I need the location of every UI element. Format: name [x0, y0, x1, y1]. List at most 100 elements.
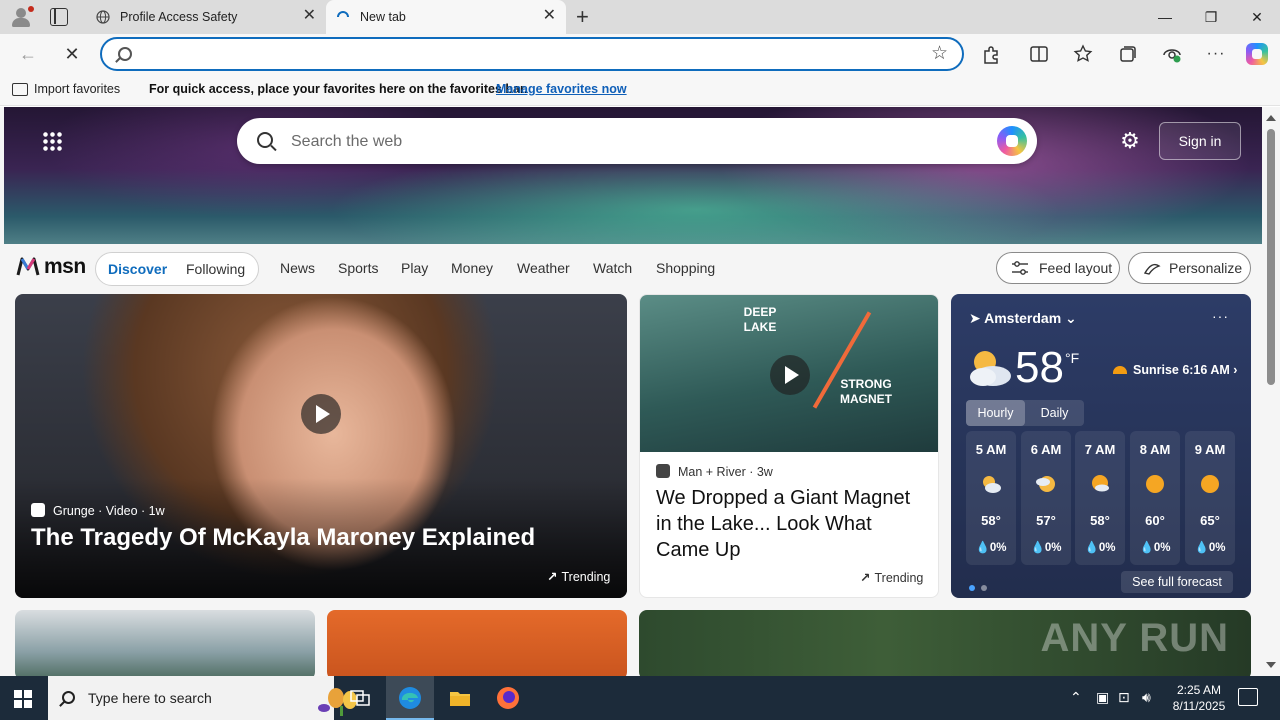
wifi-network-icon[interactable]: ⊡ [1118, 689, 1130, 706]
temperature-unit[interactable]: °F [1065, 350, 1079, 366]
task-view-button[interactable] [336, 676, 384, 720]
tab-new-tab[interactable]: New tab ✕ [326, 0, 566, 34]
close-window-button[interactable]: ✕ [1234, 0, 1280, 34]
add-favorite-star-icon[interactable]: ☆ [931, 43, 948, 65]
address-bar[interactable]: ☆ [100, 37, 964, 71]
new-tab-button[interactable]: + [576, 6, 589, 28]
tab-profile-access-safety[interactable]: Profile Access Safety ✕ [86, 0, 326, 34]
more-options-icon[interactable]: ··· [1205, 43, 1227, 65]
nav-weather[interactable]: Weather [517, 260, 570, 276]
story-title[interactable]: The Tragedy Of McKayla Maroney Explained [31, 524, 535, 552]
windows-start-icon[interactable] [14, 690, 32, 708]
browser-essentials-icon[interactable] [1161, 43, 1183, 65]
feed-layout-label: Feed layout [1039, 260, 1113, 276]
web-search-box[interactable] [237, 118, 1037, 164]
sunrise-info[interactable]: Sunrise 6:16 AM › [1113, 363, 1237, 377]
taskbar-search-box[interactable]: Type here to search [48, 676, 357, 720]
partly-cloudy-icon [1036, 476, 1055, 492]
precip-value: 0% [989, 542, 1007, 554]
weather-card[interactable]: ➤ Amsterdam ⌄ ··· 58 °F Sunrise 6:16 AM … [951, 294, 1251, 598]
tab-actions-icon[interactable] [50, 8, 68, 26]
copilot-icon[interactable] [1246, 43, 1268, 65]
taskbar-firefox-app[interactable] [484, 676, 532, 720]
tab-close-icon[interactable]: ✕ [543, 8, 556, 24]
more-options-icon[interactable]: ··· [1212, 308, 1229, 324]
nav-watch[interactable]: Watch [593, 260, 632, 276]
hourly-forecast-item[interactable]: 6 AM 57° 💧0% [1021, 431, 1071, 565]
story-card[interactable] [15, 610, 315, 676]
manage-favorites-link[interactable]: Manage favorites now [496, 82, 627, 96]
tab-following[interactable]: Following [186, 261, 245, 277]
nav-sports[interactable]: Sports [338, 260, 378, 276]
scroll-down-arrow-icon[interactable] [1266, 662, 1276, 668]
tab-hourly[interactable]: Hourly [966, 400, 1025, 426]
play-video-icon[interactable] [770, 355, 810, 395]
personalize-button[interactable]: Personalize [1128, 252, 1251, 284]
new-tab-page: ⚙ Sign in msn Discover Following News Sp… [0, 107, 1262, 676]
hourly-forecast-item[interactable]: 9 AM 65° 💧0% [1185, 431, 1235, 565]
location-arrow-icon: ➤ [969, 310, 981, 326]
favorites-bar-message: For quick access, place your favorites h… [149, 82, 528, 96]
weather-location[interactable]: ➤ Amsterdam ⌄ [969, 310, 1077, 327]
trending-badge: ↗ Trending [547, 569, 610, 584]
nav-shopping[interactable]: Shopping [656, 260, 715, 276]
raindrop-icon: 💧 [1084, 542, 1099, 554]
taskbar-edge-app[interactable] [386, 676, 434, 720]
feed-layout-button[interactable]: Feed layout [996, 252, 1120, 284]
hourly-forecast-item[interactable]: 7 AM 58° 💧0% [1075, 431, 1125, 565]
import-favorites-button[interactable]: Import favorites [34, 82, 120, 96]
carousel-dot[interactable] [981, 585, 987, 591]
minimize-button[interactable]: — [1142, 0, 1188, 34]
extensions-icon[interactable] [980, 43, 1002, 65]
story-source: Man + River · 3w [656, 464, 773, 479]
tab-daily[interactable]: Daily [1025, 400, 1084, 426]
hourly-forecast-item[interactable]: 8 AM 60° 💧0% [1130, 431, 1180, 565]
anyrun-watermark: ANY RUN [1040, 616, 1229, 660]
profile-avatar-icon[interactable] [8, 5, 34, 29]
top-story-card[interactable]: Grunge · Video · 1w The Tragedy Of McKay… [15, 294, 627, 598]
taskbar-file-explorer-app[interactable] [436, 676, 484, 720]
volume-icon[interactable]: 🔊︎ [1142, 689, 1151, 706]
nav-money[interactable]: Money [451, 260, 493, 276]
favorites-icon[interactable] [1072, 43, 1094, 65]
sunny-icon [1146, 475, 1164, 493]
see-full-forecast-button[interactable]: See full forecast [1121, 571, 1233, 593]
msn-wordmark: msn [44, 255, 86, 278]
precip-value: 0% [1208, 542, 1226, 554]
play-video-icon[interactable] [301, 394, 341, 434]
scrollbar-thumb[interactable] [1267, 129, 1275, 385]
nav-play[interactable]: Play [401, 260, 428, 276]
split-screen-icon[interactable] [1028, 43, 1050, 65]
restore-button[interactable]: ❐ [1188, 0, 1234, 34]
web-search-input[interactable] [291, 131, 971, 153]
story-card[interactable] [327, 610, 627, 676]
apps-launcher-icon[interactable] [42, 131, 62, 151]
system-clock[interactable]: 2:25 AM 8/11/2025 [1172, 682, 1226, 714]
hour-precip: 💧0% [1075, 540, 1125, 554]
notification-center-icon[interactable] [1238, 688, 1258, 706]
browser-toolbar: ← ✕ ☆ ··· [0, 34, 1280, 74]
scroll-up-arrow-icon[interactable] [1266, 115, 1276, 121]
carousel-dot-active[interactable] [969, 585, 975, 591]
page-settings-gear-icon[interactable]: ⚙ [1118, 129, 1142, 153]
network-status-icon[interactable]: ▣ [1096, 689, 1109, 706]
stop-loading-button[interactable]: ✕ [60, 42, 84, 66]
story-title[interactable]: We Dropped a Giant Magnet in the Lake...… [656, 485, 926, 563]
back-button[interactable]: ← [16, 42, 40, 66]
tab-close-icon[interactable]: ✕ [303, 8, 316, 24]
copilot-icon[interactable] [997, 126, 1027, 156]
magnet-story-card[interactable]: DEEP LAKE STRONG MAGNET Man + River · 3w… [639, 294, 939, 598]
collections-icon[interactable] [1117, 43, 1139, 65]
hourly-forecast-item[interactable]: 5 AM 58° 💧0% [966, 431, 1016, 565]
show-hidden-icons-chevron-icon[interactable]: ⌃ [1070, 689, 1082, 706]
nav-news[interactable]: News [280, 260, 315, 276]
import-favorites-icon[interactable] [12, 83, 28, 96]
msn-butterfly-icon [16, 257, 40, 276]
current-temperature: 58 [1015, 343, 1064, 392]
story-card[interactable]: ANY RUN [639, 610, 1251, 676]
sign-in-button[interactable]: Sign in [1159, 122, 1241, 160]
tab-title: New tab [360, 10, 406, 24]
page-scrollbar[interactable] [1262, 107, 1280, 676]
tab-discover[interactable]: Discover [108, 261, 167, 277]
address-input[interactable] [142, 44, 902, 64]
